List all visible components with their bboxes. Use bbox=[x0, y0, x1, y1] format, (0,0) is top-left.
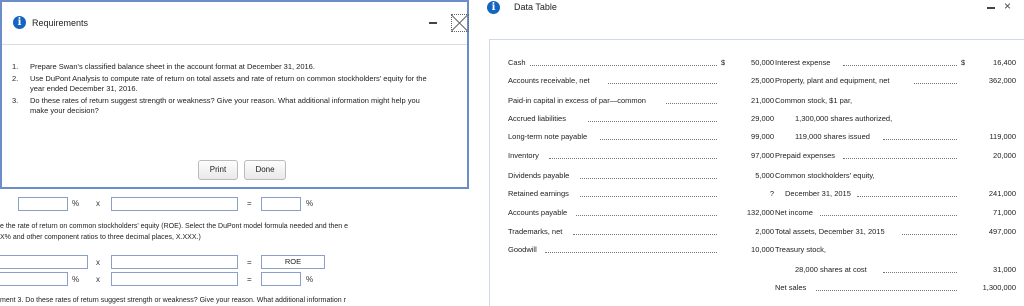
data-table-value: 119,000 bbox=[989, 132, 1016, 141]
requirement-number: 2. bbox=[12, 74, 19, 83]
data-table-label: Interest expense bbox=[775, 58, 831, 67]
leader-dots bbox=[901, 233, 957, 235]
requirement-number: 1. bbox=[12, 62, 19, 71]
data-table-label: Common stock, $1 par, bbox=[775, 96, 853, 105]
data-table-row: Net sales 1,300,000 bbox=[490, 283, 1024, 293]
data-table-row: Common stockholders' equity, bbox=[490, 171, 1024, 181]
data-table-row: December 31, 2015 241,000 bbox=[490, 189, 1024, 199]
data-table-dialog: i Data Table × Cash $50,000 Accounts recei… bbox=[484, 0, 1024, 306]
data-table-label: 1,300,000 shares authorized, bbox=[795, 114, 893, 123]
info-icon: i bbox=[487, 1, 500, 14]
leader-dots bbox=[882, 271, 957, 273]
leader-dots bbox=[857, 195, 957, 197]
requirement-item: 1. Prepare Swan's classified balance she… bbox=[10, 62, 440, 72]
requirement-text: Use DuPont Analysis to compute rate of r… bbox=[30, 74, 427, 93]
data-table-row: Common stock, $1 par, bbox=[490, 96, 1024, 106]
requirements-list: 1. Prepare Swan's classified balance she… bbox=[10, 62, 440, 118]
result-input-1[interactable] bbox=[261, 197, 301, 211]
data-table-label: Property, plant and equipment, net bbox=[775, 76, 890, 85]
ratio-input-2[interactable] bbox=[111, 197, 238, 211]
data-table-label: 28,000 shares at cost bbox=[795, 265, 867, 274]
data-table-label: December 31, 2015 bbox=[785, 189, 851, 198]
data-table-label: 119,000 shares issued bbox=[795, 132, 870, 141]
data-table-row: Interest expense $16,400 bbox=[490, 58, 1024, 68]
requirement-number: 3. bbox=[12, 96, 19, 105]
leader-dots bbox=[843, 157, 957, 159]
leader-dots bbox=[816, 289, 957, 291]
requirement-text: Prepare Swan's classified balance sheet … bbox=[30, 62, 315, 71]
close-icon[interactable] bbox=[451, 14, 469, 32]
percent-symbol: % bbox=[72, 199, 80, 208]
instruction-line-2: X% and other component ratios to three d… bbox=[0, 234, 201, 241]
data-table-title: Data Table bbox=[514, 2, 557, 12]
data-table-row: 1,300,000 shares authorized, bbox=[490, 114, 1024, 124]
data-table-row: 28,000 shares at cost 31,000 bbox=[490, 265, 1024, 275]
data-table-row: Total assets, December 31, 2015 497,000 bbox=[490, 227, 1024, 237]
data-table-value: 362,000 bbox=[988, 76, 1016, 85]
equals-symbol: = bbox=[247, 275, 252, 284]
ratio-input-1[interactable] bbox=[18, 197, 68, 211]
formula-dropdown-1[interactable] bbox=[0, 255, 88, 269]
instruction-line-1: e the rate of return on common stockhold… bbox=[0, 223, 349, 230]
formula-dropdown-2[interactable] bbox=[111, 255, 238, 269]
result-input-2[interactable] bbox=[261, 272, 301, 286]
equals-symbol: = bbox=[247, 199, 252, 208]
requirement-text: Do these rates of return suggest strengt… bbox=[30, 96, 420, 115]
requirements-dialog: i Requirements 1. Prepare Swan's classif… bbox=[0, 0, 469, 189]
requirements-title: Requirements bbox=[32, 18, 89, 28]
data-table-label: Net income bbox=[775, 208, 813, 217]
data-table-label: Prepaid expenses bbox=[775, 151, 836, 160]
requirement-3-footer: ment 3. Do these rates of return suggest… bbox=[0, 297, 346, 304]
requirements-title-bar: i Requirements bbox=[2, 2, 469, 45]
ratio-input-3[interactable] bbox=[0, 272, 68, 286]
close-icon[interactable]: × bbox=[1004, 0, 1011, 13]
data-table-value: 31,000 bbox=[993, 265, 1016, 274]
leader-dots bbox=[820, 214, 957, 216]
data-table-value: 20,000 bbox=[993, 151, 1016, 160]
leader-dots bbox=[843, 64, 957, 66]
data-table-value: 497,000 bbox=[988, 227, 1016, 236]
requirement-item: 3. Do these rates of return suggest stre… bbox=[10, 96, 440, 116]
data-table-row: Prepaid expenses 20,000 bbox=[490, 151, 1024, 161]
print-button[interactable]: Print bbox=[198, 160, 238, 180]
info-icon: i bbox=[13, 16, 26, 29]
data-table-value: 16,400 bbox=[993, 58, 1016, 67]
roe-label-box: ROE bbox=[261, 255, 325, 269]
requirement-item: 2. Use DuPont Analysis to compute rate o… bbox=[10, 74, 440, 94]
minimize-icon[interactable] bbox=[429, 22, 437, 24]
leader-dots bbox=[913, 82, 957, 84]
data-table-row: 119,000 shares issued 119,000 bbox=[490, 132, 1024, 142]
data-table-label: Common stockholders' equity, bbox=[775, 171, 875, 180]
data-table-row: Net income 71,000 bbox=[490, 208, 1024, 218]
data-table-label: Total assets, December 31, 2015 bbox=[775, 227, 885, 236]
data-table-row: Treasury stock, bbox=[490, 245, 1024, 255]
minimize-icon[interactable] bbox=[987, 7, 995, 9]
multiply-symbol: x bbox=[96, 275, 100, 284]
roe-label: ROE bbox=[284, 257, 302, 266]
multiply-symbol: x bbox=[96, 199, 100, 208]
percent-symbol: % bbox=[306, 199, 314, 208]
data-table-label: Net sales bbox=[775, 283, 807, 292]
data-table-value: 241,000 bbox=[988, 189, 1016, 198]
percent-symbol: % bbox=[72, 275, 80, 284]
currency-symbol: $ bbox=[961, 58, 966, 67]
percent-symbol: % bbox=[306, 275, 314, 284]
data-table-value: 1,300,000 bbox=[982, 283, 1016, 292]
equals-symbol: = bbox=[247, 258, 252, 267]
data-table-label: Treasury stock, bbox=[775, 245, 826, 254]
leader-dots bbox=[882, 138, 957, 140]
multiply-symbol: x bbox=[96, 258, 100, 267]
data-table-panel: Cash $50,000 Accounts receivable, net 25,00… bbox=[489, 39, 1024, 306]
data-table-row: Property, plant and equipment, net 362,00… bbox=[490, 76, 1024, 86]
ratio-input-4[interactable] bbox=[111, 272, 238, 286]
done-button[interactable]: Done bbox=[244, 160, 286, 180]
data-table-value: 71,000 bbox=[993, 208, 1016, 217]
